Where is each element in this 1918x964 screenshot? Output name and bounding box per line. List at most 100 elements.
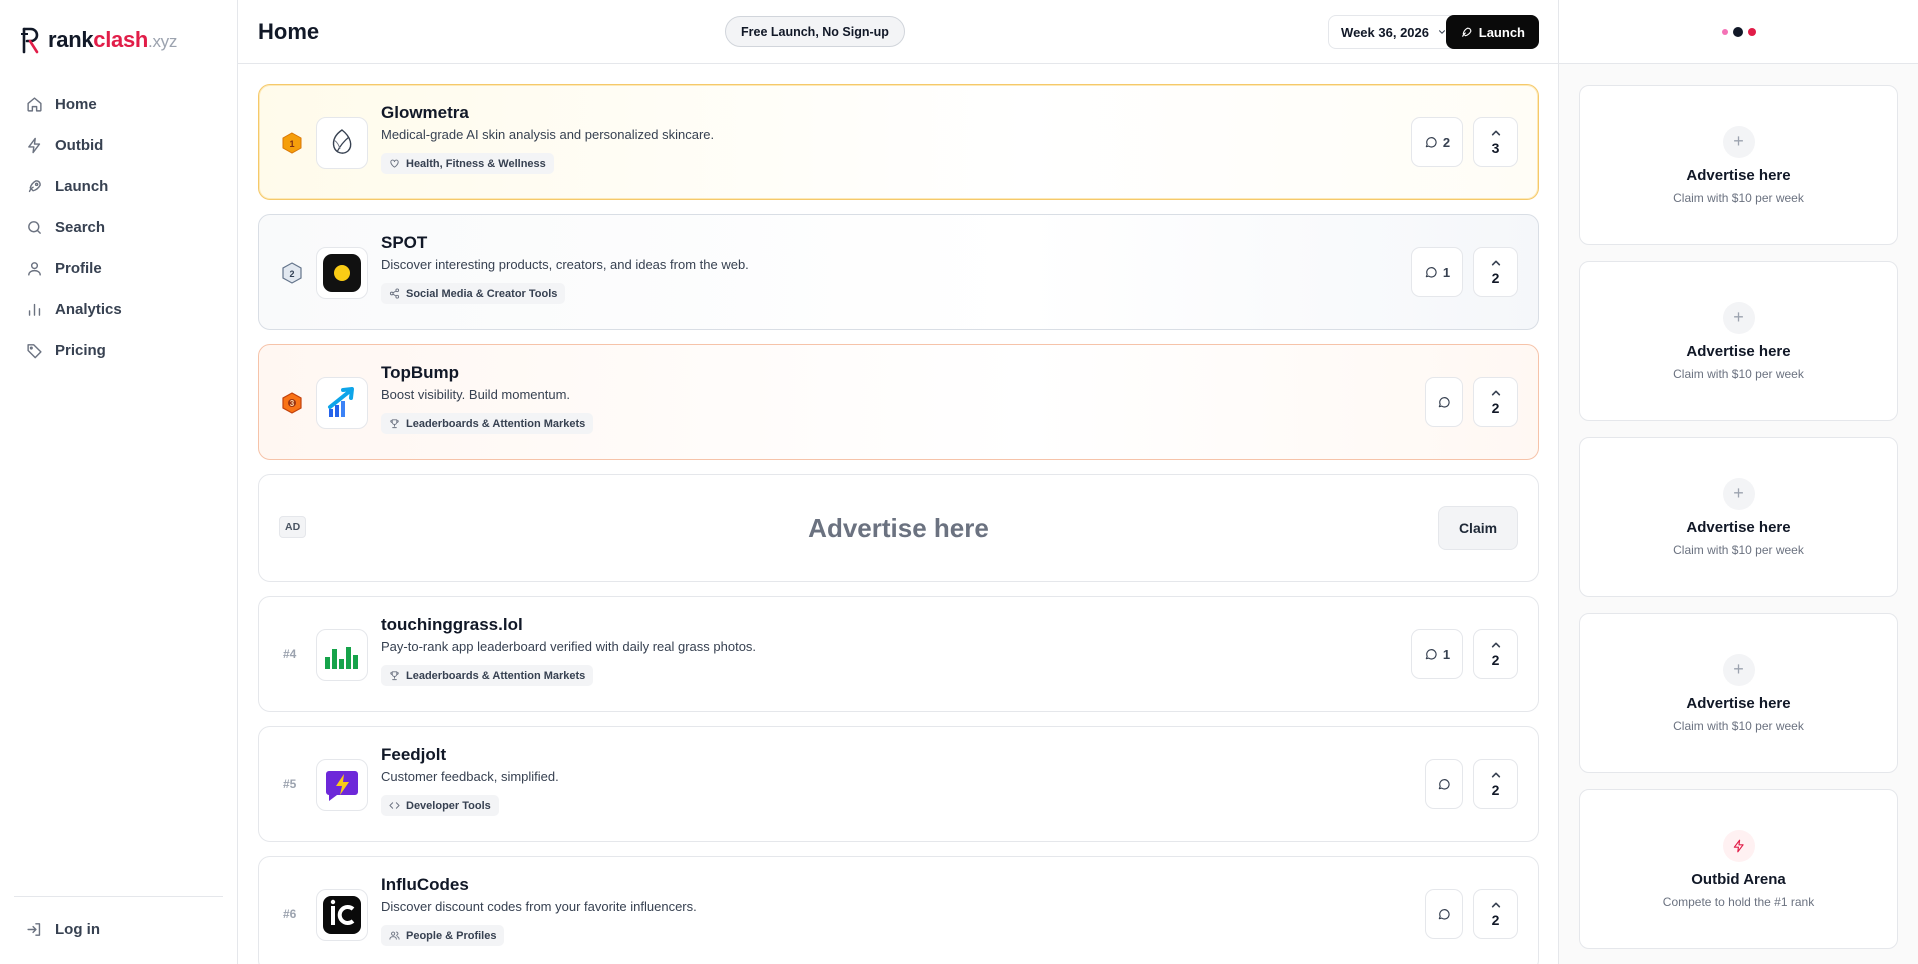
zap-icon bbox=[28, 137, 41, 154]
nav-label: Outbid bbox=[55, 137, 104, 154]
product-name[interactable]: TopBump bbox=[381, 363, 593, 383]
product-name[interactable]: SPOT bbox=[381, 233, 749, 253]
product-card[interactable]: #6 InfluCodes Discover discount codes fr… bbox=[258, 856, 1539, 964]
comment-button[interactable] bbox=[1425, 377, 1463, 427]
comment-button[interactable]: 1 bbox=[1411, 247, 1463, 297]
arena-zap-icon bbox=[1722, 829, 1755, 862]
top-bar: Home Free Launch, No Sign-up Week 36, 20… bbox=[238, 0, 1558, 64]
feedback-bolt-logo-icon bbox=[326, 771, 358, 801]
category-tag[interactable]: Health, Fitness & Wellness bbox=[381, 153, 554, 174]
outbid-arena-card[interactable]: Outbid Arena Compete to hold the #1 rank bbox=[1579, 789, 1898, 949]
logo[interactable]: rankclash.xyz bbox=[0, 0, 237, 80]
category-tag[interactable]: Social Media & Creator Tools bbox=[381, 283, 566, 304]
product-card[interactable]: 1 Glowmetra Medical-grade AI skin analys… bbox=[258, 84, 1539, 200]
comment-button[interactable]: 2 bbox=[1411, 117, 1463, 167]
comment-button[interactable]: 1 bbox=[1411, 629, 1463, 679]
pink-dot bbox=[1721, 28, 1728, 35]
ad-slot[interactable]: + Advertise here Claim with $10 per week bbox=[1579, 85, 1898, 245]
comment-icon bbox=[1438, 779, 1450, 790]
nav-item-outbid[interactable]: Outbid bbox=[14, 125, 223, 166]
product-card[interactable]: 3 TopBump Boost visibility. Build moment… bbox=[258, 344, 1539, 460]
product-description: Medical-grade AI skin analysis and perso… bbox=[381, 127, 715, 142]
rank-number: #6 bbox=[283, 907, 297, 921]
plus-icon: + bbox=[1722, 653, 1755, 686]
product-name[interactable]: Feedjolt bbox=[381, 745, 559, 765]
upvote-button[interactable]: 3 bbox=[1473, 117, 1518, 167]
ad-slot-title: Advertise here bbox=[1686, 166, 1791, 184]
ad-slot[interactable]: + Advertise here Claim with $10 per week bbox=[1579, 261, 1898, 421]
product-logo bbox=[316, 889, 368, 941]
logo-text: rankclash.xyz bbox=[48, 27, 178, 52]
comment-icon bbox=[1425, 137, 1437, 148]
launch-button[interactable]: Launch bbox=[1445, 15, 1539, 49]
ad-slot-price: Claim with $10 per week bbox=[1673, 190, 1804, 205]
main-content: Home Free Launch, No Sign-up Week 36, 20… bbox=[238, 0, 1558, 964]
product-description: Discover interesting products, creators,… bbox=[381, 257, 749, 272]
category-tag[interactable]: Leaderboards & Attention Markets bbox=[381, 413, 594, 434]
nav-item-home[interactable]: Home bbox=[14, 84, 223, 125]
product-actions: 2 bbox=[1425, 377, 1518, 427]
upvote-button[interactable]: 2 bbox=[1473, 377, 1518, 427]
chevron-up-icon bbox=[1491, 642, 1500, 648]
week-select[interactable]: Week 36, 2026 bbox=[1328, 15, 1460, 49]
upvote-button[interactable]: 2 bbox=[1473, 247, 1518, 297]
black-dot bbox=[1732, 26, 1743, 37]
brand-dots bbox=[1559, 0, 1918, 64]
ad-banner: AD Advertise here Claim bbox=[258, 474, 1539, 582]
product-info: Feedjolt Customer feedback, simplified. … bbox=[381, 745, 559, 816]
rocket-icon bbox=[28, 180, 41, 193]
product-actions: 2 bbox=[1425, 759, 1518, 809]
product-name[interactable]: touchinggrass.lol bbox=[381, 615, 756, 635]
product-logo bbox=[316, 377, 368, 429]
rocket-icon bbox=[1461, 27, 1472, 37]
plus-icon: + bbox=[1722, 301, 1755, 334]
ad-slot-title: Advertise here bbox=[1686, 694, 1791, 712]
product-card[interactable]: #4 touchinggrass.lol Pay-to-rank app lea… bbox=[258, 596, 1539, 712]
nav-item-analytics[interactable]: Analytics bbox=[14, 289, 223, 330]
product-name[interactable]: Glowmetra bbox=[381, 103, 714, 123]
trophy-icon bbox=[390, 419, 399, 429]
product-logo bbox=[316, 759, 368, 811]
nav-item-pricing[interactable]: Pricing bbox=[14, 330, 223, 371]
upvote-button[interactable]: 2 bbox=[1473, 759, 1518, 809]
chevron-up-icon bbox=[1491, 902, 1500, 908]
comment-button[interactable] bbox=[1425, 759, 1463, 809]
product-logo bbox=[316, 629, 368, 681]
plus-icon: + bbox=[1722, 125, 1755, 158]
login-button[interactable]: Log in bbox=[14, 909, 223, 950]
free-launch-pill[interactable]: Free Launch, No Sign-up bbox=[725, 16, 905, 47]
code-icon bbox=[389, 802, 400, 809]
category-tag[interactable]: Leaderboards & Attention Markets bbox=[381, 665, 594, 686]
comment-icon bbox=[1438, 909, 1450, 920]
nav-label: Profile bbox=[55, 260, 102, 277]
product-name[interactable]: InfluCodes bbox=[381, 875, 697, 895]
nav-item-search[interactable]: Search bbox=[14, 207, 223, 248]
product-actions: 2 bbox=[1425, 889, 1518, 939]
user-icon bbox=[28, 262, 41, 276]
upvote-button[interactable]: 2 bbox=[1473, 889, 1518, 939]
nav-item-launch[interactable]: Launch bbox=[14, 166, 223, 207]
ad-slot-title: Advertise here bbox=[1686, 342, 1791, 360]
product-card[interactable]: 2 SPOT Discover interesting products, cr… bbox=[258, 214, 1539, 330]
ad-slot[interactable]: + Advertise here Claim with $10 per week bbox=[1579, 613, 1898, 773]
category-tag[interactable]: People & Profiles bbox=[381, 925, 505, 946]
ad-slot[interactable]: + Advertise here Claim with $10 per week bbox=[1579, 437, 1898, 597]
comment-button[interactable] bbox=[1425, 889, 1463, 939]
product-logo bbox=[316, 117, 368, 169]
growth-arrow-logo-icon bbox=[328, 387, 354, 417]
claim-button[interactable]: Claim bbox=[1438, 506, 1518, 550]
nav-item-profile[interactable]: Profile bbox=[14, 248, 223, 289]
heart-icon bbox=[390, 159, 399, 168]
plus-icon: + bbox=[1722, 477, 1755, 510]
chevron-up-icon bbox=[1491, 130, 1500, 136]
category-tag[interactable]: Developer Tools bbox=[381, 795, 499, 816]
upvote-button[interactable]: 2 bbox=[1473, 629, 1518, 679]
sidebar-footer: Log in bbox=[14, 896, 223, 950]
launch-label: Launch bbox=[1478, 24, 1525, 40]
spot-logo-icon bbox=[323, 254, 361, 292]
product-logo bbox=[316, 247, 368, 299]
product-actions: 1 2 bbox=[1411, 247, 1518, 297]
bronze-rank-badge: 3 bbox=[281, 392, 303, 414]
product-card[interactable]: #5 Feedjolt Customer feedback, simplifie… bbox=[258, 726, 1539, 842]
svg-text:2: 2 bbox=[289, 269, 294, 279]
